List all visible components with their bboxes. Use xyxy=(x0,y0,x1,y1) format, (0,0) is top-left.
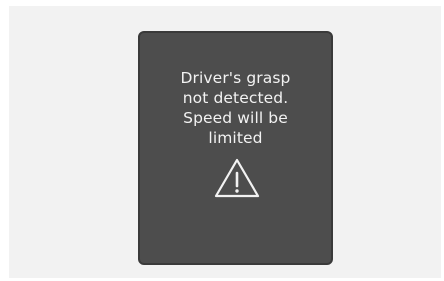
warning-message: Driver's grasp not detected. Speed will … xyxy=(140,68,331,148)
screen-background: Driver's grasp not detected. Speed will … xyxy=(9,6,441,278)
warning-message-line-4: limited xyxy=(208,129,263,147)
warning-triangle-icon xyxy=(214,158,260,198)
warning-message-line-1: Driver's grasp xyxy=(180,69,291,87)
warning-popup: Driver's grasp not detected. Speed will … xyxy=(138,31,333,265)
warning-message-line-3: Speed will be xyxy=(183,109,288,127)
warning-message-line-2: not detected. xyxy=(182,89,289,107)
